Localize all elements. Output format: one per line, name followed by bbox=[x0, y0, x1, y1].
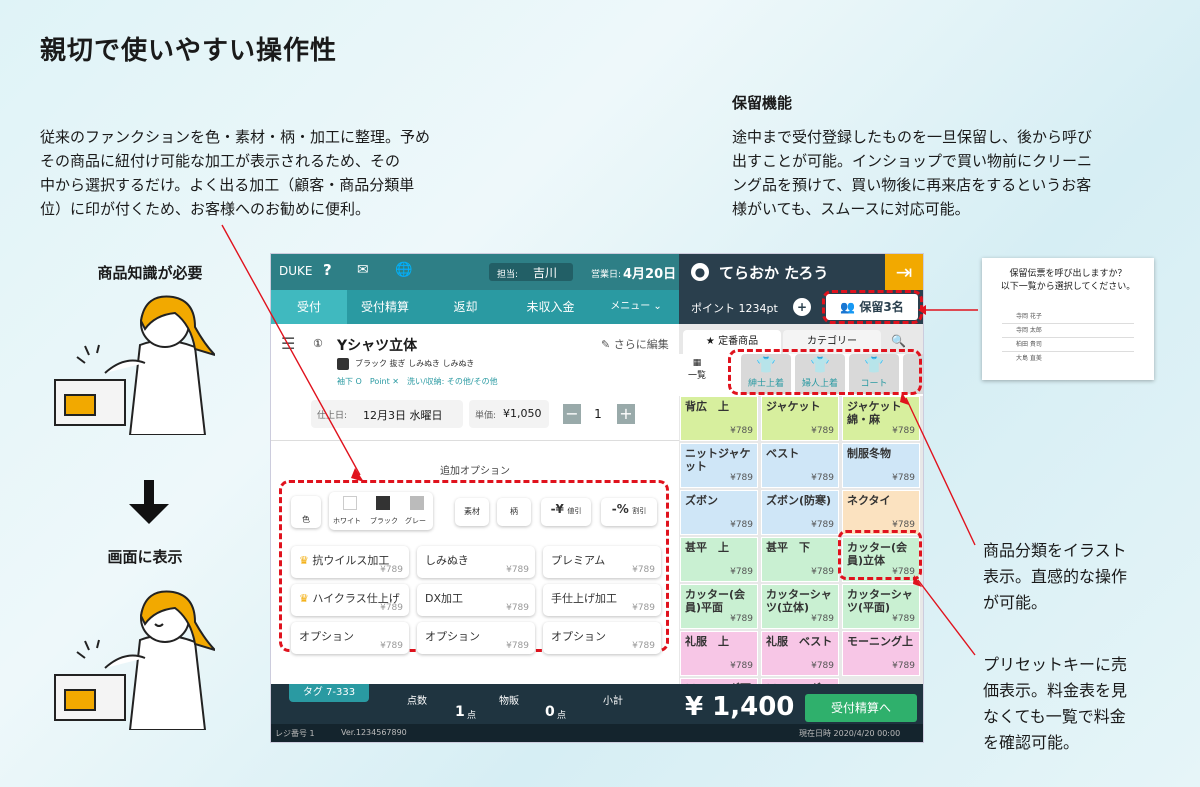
options-pointer-line bbox=[221, 224, 361, 476]
category-pointer-line bbox=[905, 397, 976, 546]
arrow-head bbox=[900, 392, 909, 405]
arrow-head bbox=[913, 575, 922, 587]
annotation-lines bbox=[221, 224, 978, 656]
arrow-head bbox=[918, 305, 926, 315]
preset-pointer-line bbox=[917, 579, 976, 656]
